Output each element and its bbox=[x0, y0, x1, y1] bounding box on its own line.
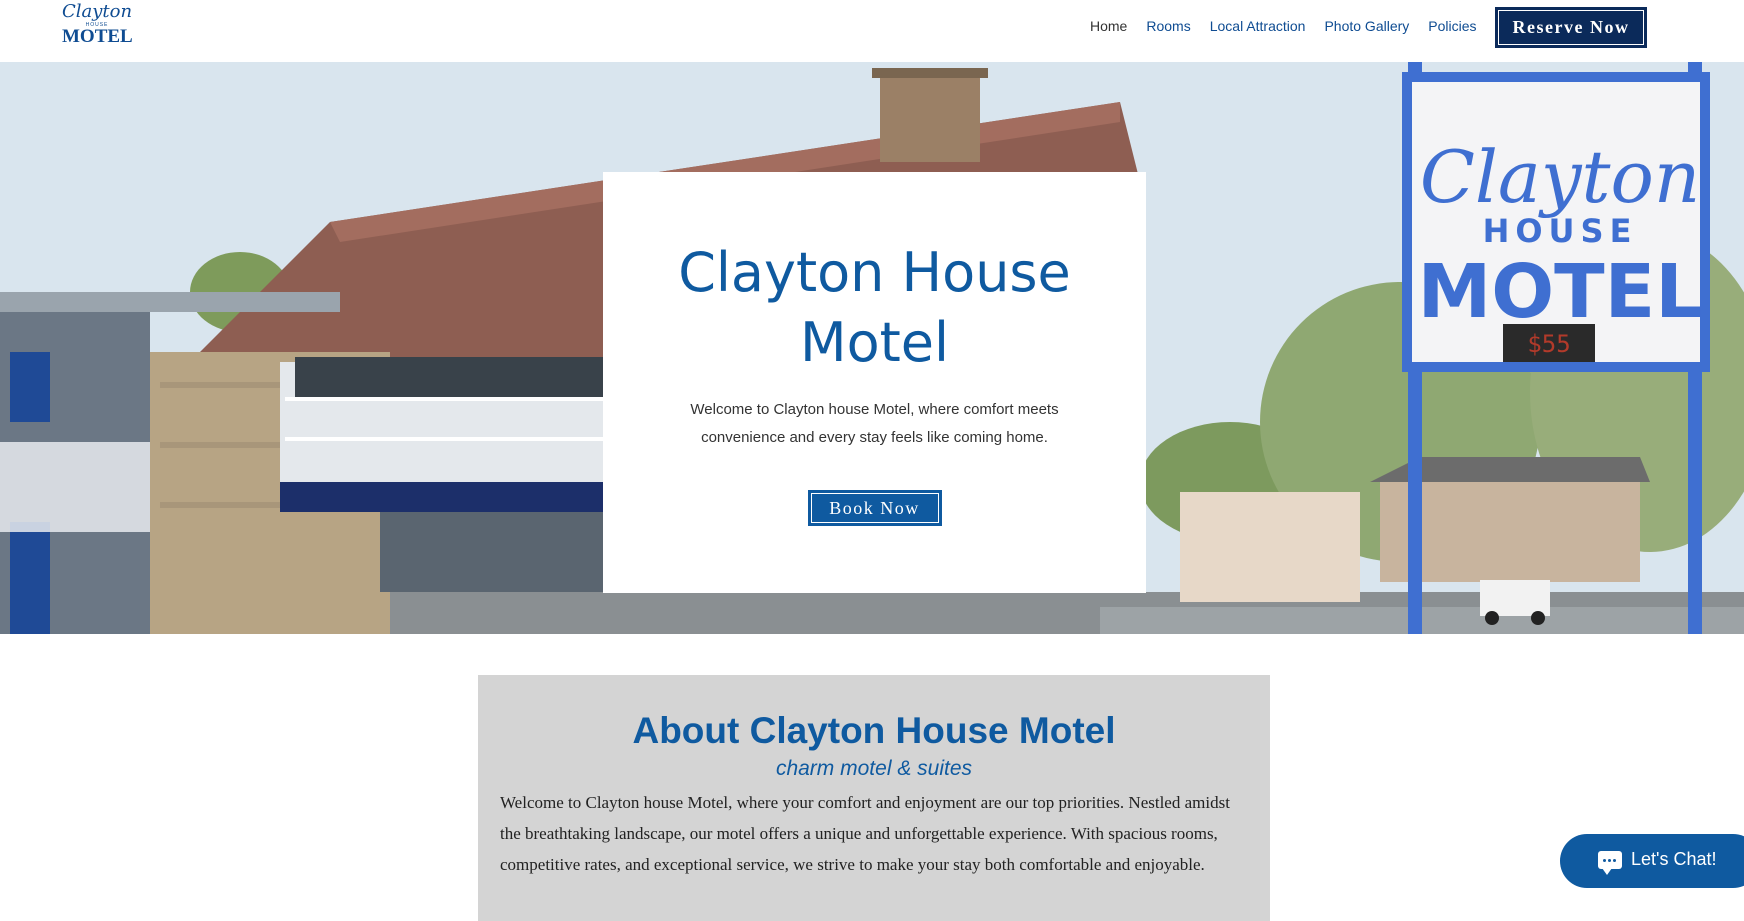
main-nav: Home Rooms Local Attraction Photo Galler… bbox=[1090, 18, 1496, 34]
sign-house: HOUSE bbox=[1483, 212, 1638, 250]
chat-label: Let's Chat! bbox=[1631, 849, 1717, 869]
hero-section: Clayton HOUSE MOTEL $55 Clayton House Mo… bbox=[0, 62, 1744, 634]
hero-subtitle-line2: convenience and every stay feels like co… bbox=[701, 429, 1048, 446]
logo-script: Clayton bbox=[62, 1, 133, 22]
hero-subtitle: Welcome to Clayton house Motel, where co… bbox=[603, 396, 1146, 452]
nav-policies[interactable]: Policies bbox=[1428, 18, 1476, 34]
nav-local-attraction[interactable]: Local Attraction bbox=[1210, 18, 1306, 34]
nav-home[interactable]: Home bbox=[1090, 18, 1127, 34]
hero-subtitle-line1: Welcome to Clayton house Motel, where co… bbox=[690, 401, 1059, 418]
site-header: Clayton HOUSE MOTEL Home Rooms Local Att… bbox=[0, 0, 1744, 62]
about-section: About Clayton House Motel charm motel & … bbox=[478, 675, 1270, 921]
sign-script: Clayton bbox=[1420, 135, 1700, 219]
sign-motel: MOTEL bbox=[1418, 249, 1703, 335]
reserve-now-button[interactable]: Reserve Now bbox=[1495, 7, 1647, 48]
hero-card: Clayton House Motel Welcome to Clayton h… bbox=[603, 172, 1146, 593]
chat-bubble-icon bbox=[1598, 851, 1622, 875]
logo-big: MOTEL bbox=[62, 26, 133, 47]
hero-title-line1: Clayton House bbox=[678, 241, 1071, 304]
site-logo[interactable]: Clayton HOUSE MOTEL bbox=[62, 1, 133, 48]
hero-title-line2: Motel bbox=[799, 311, 950, 374]
about-tagline: charm motel & suites bbox=[775, 757, 973, 780]
nav-photo-gallery[interactable]: Photo Gallery bbox=[1324, 18, 1409, 34]
book-now-button[interactable]: Book Now bbox=[807, 490, 942, 526]
nav-rooms[interactable]: Rooms bbox=[1146, 18, 1190, 34]
about-body: Welcome to Clayton house Motel, where yo… bbox=[500, 793, 1230, 874]
chat-button[interactable]: Let's Chat! bbox=[1560, 834, 1744, 888]
sign-price: $55 bbox=[1527, 330, 1570, 358]
about-title: About Clayton House Motel bbox=[632, 710, 1116, 751]
hero-title: Clayton House Motel bbox=[603, 238, 1146, 378]
